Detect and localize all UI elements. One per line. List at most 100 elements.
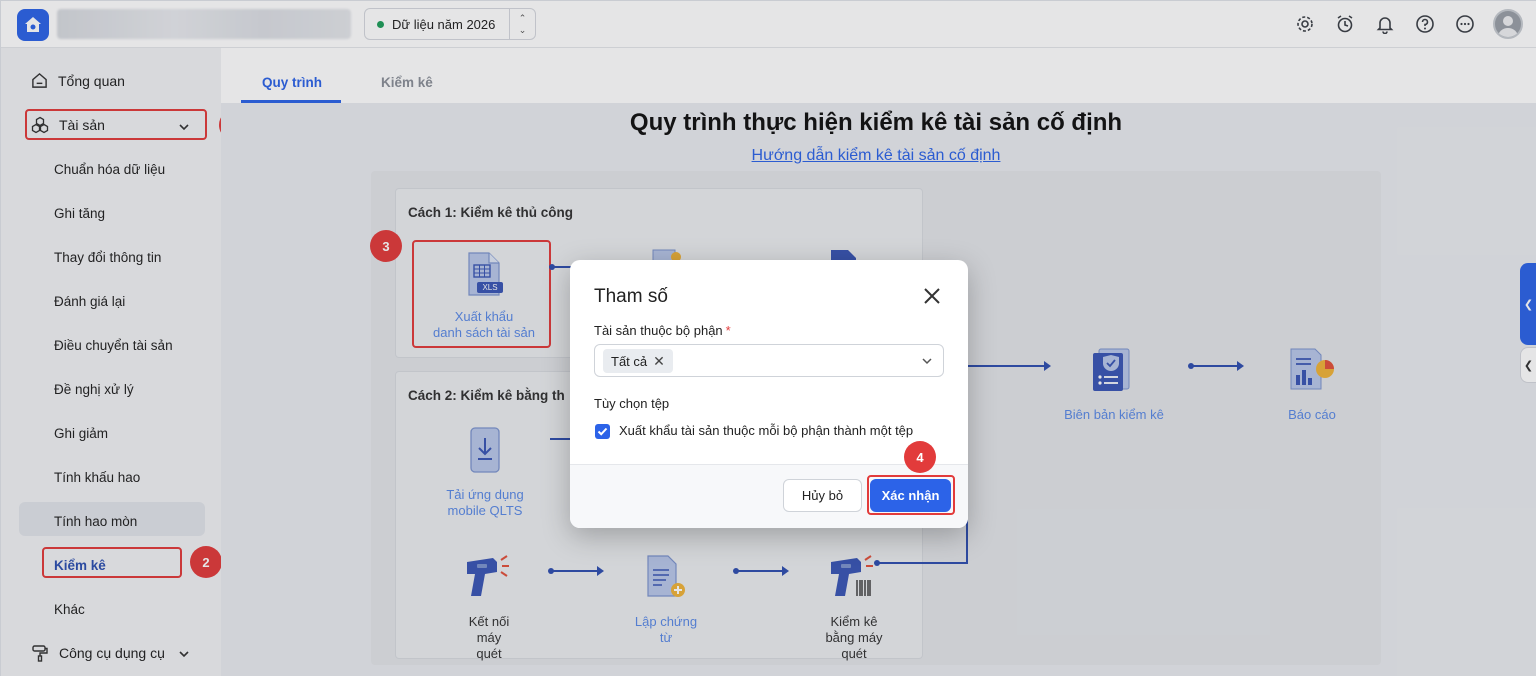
connector-arrow: [1044, 361, 1051, 371]
inventory-minutes-icon: [1093, 348, 1130, 391]
sidebar-item-other[interactable]: Khác: [54, 602, 85, 617]
scan-label-line2: bằng máy: [825, 630, 883, 645]
method-1-title: Cách 1: Kiểm kê thủ công: [408, 205, 574, 220]
sidebar-item-overview[interactable]: Tổng quan: [31, 72, 125, 89]
chip-remove-icon[interactable]: ✕: [653, 353, 665, 370]
tab-process[interactable]: Quy trình: [262, 75, 322, 90]
document-plus-icon: [647, 555, 685, 597]
paint-roller-icon: [32, 645, 48, 662]
help-icon[interactable]: [1413, 12, 1437, 36]
create-voucher-step[interactable]: Lập chứng từ: [621, 614, 711, 646]
barcode-scanner-icon: [831, 555, 873, 596]
download-label-line1: Tải ứng dụng: [446, 487, 524, 502]
connector-arrow: [1237, 361, 1244, 371]
selected-chip: Tất cả ✕: [603, 349, 673, 373]
highlight-box-inventory: [42, 547, 182, 578]
sidebar-item-disposal-request[interactable]: Đề nghị xử lý: [54, 382, 134, 397]
report-chart-icon: [1290, 348, 1334, 390]
side-panel-toggle[interactable]: ❮: [1520, 263, 1536, 345]
split-file-checkbox[interactable]: [595, 424, 610, 439]
organization-name-blurred: [57, 9, 351, 39]
connect-label-line1: Kết nối: [468, 614, 510, 629]
tab-inventory[interactable]: Kiểm kê: [381, 75, 433, 90]
barcode-scanner-icon: [467, 555, 509, 596]
connector-line: [877, 562, 967, 564]
alarm-icon[interactable]: [1333, 12, 1357, 36]
chip-label: Tất cả: [611, 353, 648, 369]
chevron-down-icon[interactable]: ⌄: [519, 24, 527, 36]
home-logo-icon: [25, 17, 41, 32]
top-bar: Dữ liệu năm 2026 ⌃ ⌄: [1, 1, 1536, 48]
voucher-label-line2: từ: [659, 630, 673, 645]
connect-label-line3: quét: [476, 646, 502, 661]
data-year-label: Dữ liệu năm 2026: [392, 16, 496, 32]
page-title: Quy trình thực hiện kiểm kê tài sản cố đ…: [629, 109, 1123, 136]
data-year-selector[interactable]: Dữ liệu năm 2026 ⌃ ⌄: [364, 8, 536, 40]
year-stepper[interactable]: ⌃ ⌄: [509, 9, 535, 39]
highlight-box-assets: [25, 109, 207, 140]
dialog-title: Tham số: [594, 286, 668, 307]
step-badge-3: 3: [370, 230, 402, 262]
sidebar-item-transfer[interactable]: Điều chuyển tài sản: [54, 338, 173, 353]
home-icon: [32, 72, 47, 88]
chevron-down-icon[interactable]: [921, 355, 933, 367]
step-badge-4: 4: [904, 441, 936, 473]
highlight-box-export: [412, 240, 551, 348]
file-options-label: Tùy chọn tệp: [594, 396, 670, 411]
scan-label-line3: quét: [841, 646, 867, 661]
app-logo[interactable]: [17, 9, 49, 41]
method-2-title: Cách 2: Kiểm kê bằng th: [408, 388, 565, 403]
sidebar-item-revaluate[interactable]: Đánh giá lại: [54, 294, 125, 309]
department-label-text: Tài sản thuộc bộ phận: [594, 323, 723, 338]
side-panel-collapse[interactable]: ❮: [1520, 347, 1536, 383]
chevron-left-icon: ❮: [1523, 359, 1534, 372]
sidebar-item-normalize-data[interactable]: Chuẩn hóa dữ liệu: [54, 162, 165, 177]
connector-arrow: [597, 566, 604, 576]
checkmark-icon: [597, 427, 608, 436]
sidebar-item-depreciation[interactable]: Tính khấu hao: [54, 470, 140, 485]
voucher-label-line1: Lập chứng: [634, 614, 698, 629]
report-step[interactable]: Báo cáo: [1267, 407, 1357, 423]
highlight-box-confirm: [867, 475, 955, 515]
close-icon[interactable]: [922, 286, 942, 306]
department-field-label: Tài sản thuộc bộ phận *: [594, 323, 731, 338]
step-badge-2: 2: [190, 546, 222, 578]
required-marker: *: [725, 323, 731, 338]
download-label-line2: mobile QLTS: [447, 503, 523, 518]
chevron-up-icon[interactable]: ⌃: [519, 12, 527, 24]
connector-line: [966, 365, 1044, 367]
scan-inventory-step[interactable]: Kiểm kê bằng máy quét: [807, 614, 901, 662]
sidebar-item-change-info[interactable]: Thay đổi thông tin: [54, 250, 161, 265]
more-icon[interactable]: [1453, 12, 1477, 36]
avatar[interactable]: [1493, 9, 1523, 39]
cancel-button[interactable]: Hủy bỏ: [783, 479, 862, 512]
gear-icon[interactable]: [1293, 12, 1317, 36]
bell-icon[interactable]: [1373, 12, 1397, 36]
inventory-minutes-step[interactable]: Biên bản kiểm kê: [1049, 407, 1179, 423]
sidebar-item-label: Tổng quan: [58, 72, 125, 89]
sidebar-item-increase[interactable]: Ghi tăng: [54, 206, 105, 221]
sidebar-item-decrease[interactable]: Ghi giảm: [54, 426, 108, 441]
connector-arrow: [782, 566, 789, 576]
connector-line: [551, 570, 597, 572]
guide-link[interactable]: Hướng dẫn kiểm kê tài sản cố định: [221, 147, 1531, 165]
connector-line: [550, 438, 570, 440]
top-icons: [1293, 9, 1523, 39]
connect-label-line2: máy: [476, 630, 502, 645]
connect-scanner-step[interactable]: Kết nối máy quét: [449, 614, 529, 662]
chevron-left-icon: ❮: [1523, 298, 1534, 311]
connector-line: [736, 570, 782, 572]
status-dot: [377, 20, 384, 28]
split-file-checkbox-label[interactable]: Xuất khẩu tài sản thuộc mỗi bộ phận thàn…: [619, 423, 913, 438]
chevron-down-icon[interactable]: [178, 648, 190, 660]
sidebar: [1, 48, 221, 676]
active-tab-indicator: [241, 100, 341, 103]
sidebar-item-amortization[interactable]: Tính hao mòn: [54, 514, 137, 529]
mobile-download-icon: [470, 427, 500, 473]
download-app-step[interactable]: Tải ứng dụng mobile QLTS: [425, 487, 545, 519]
sidebar-item-tools[interactable]: Công cụ dụng cụ: [31, 644, 165, 662]
connector-line: [1191, 365, 1237, 367]
department-select[interactable]: Tất cả ✕: [594, 344, 944, 377]
scan-label-line1: Kiểm kê: [830, 614, 878, 629]
sidebar-item-label: Công cụ dụng cụ: [59, 645, 165, 661]
